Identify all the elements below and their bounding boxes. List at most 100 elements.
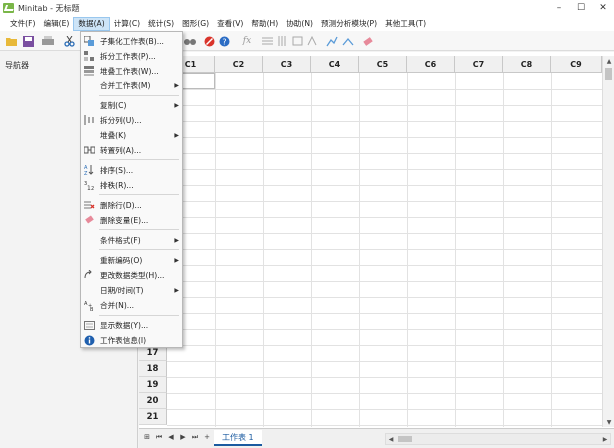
menu-item-worksheet-info[interactable]: 工作表信息(I): [81, 333, 182, 347]
menu-assist[interactable]: 协助(N): [282, 17, 317, 31]
column-header[interactable]: C6: [407, 56, 455, 73]
menu-item-sort[interactable]: AZ 排序(S)...: [81, 163, 182, 177]
menu-item-concatenate[interactable]: A + B 合并(N)...: [81, 298, 182, 312]
eraser-tool-icon[interactable]: [362, 35, 374, 47]
delete-rows-icon: [83, 199, 95, 211]
save-icon[interactable]: [22, 35, 34, 47]
column-header[interactable]: C5: [359, 56, 407, 73]
prev-sheet-icon[interactable]: ◀: [166, 433, 176, 441]
minitab-logo-icon: [3, 3, 14, 13]
menu-item-merge-worksheets[interactable]: 合并工作表(M) ▶: [81, 78, 182, 92]
combine-icon: A + B: [83, 299, 95, 311]
menu-item-display-data[interactable]: 显示数据(Y)...: [81, 318, 182, 332]
column-header[interactable]: C7: [455, 56, 503, 73]
grid-line: [551, 73, 552, 427]
add-sheet-icon[interactable]: +: [202, 433, 212, 441]
column-header[interactable]: C2: [215, 56, 263, 73]
tab-worksheet-1[interactable]: 工作表 1: [214, 430, 262, 446]
grid-line: [167, 393, 602, 394]
define-icon[interactable]: [306, 35, 318, 47]
menu-data[interactable]: 数据(A): [73, 16, 110, 31]
help-icon[interactable]: ?: [218, 35, 230, 47]
vertical-scrollbar[interactable]: ▲ ▼: [602, 56, 614, 427]
menu-item-split-column[interactable]: 拆分列(U)...: [81, 113, 182, 127]
move-cols-icon[interactable]: [291, 35, 303, 47]
column-header[interactable]: C9: [551, 56, 602, 73]
grid-line: [167, 377, 602, 378]
last-sheet-icon[interactable]: ⏭: [190, 433, 200, 442]
menu-item-delete-rows[interactable]: 删除行(D)...: [81, 198, 182, 212]
close-button[interactable]: ✕: [592, 0, 614, 16]
menu-item-delete-variables[interactable]: 删除变量(E)...: [81, 213, 182, 227]
menu-predictive[interactable]: 预测分析模块(P): [317, 17, 381, 31]
scroll-left-icon[interactable]: ◀: [386, 434, 396, 444]
menu-item-rank[interactable]: 312 排秩(R)...: [81, 178, 182, 192]
menu-item-change-data-type[interactable]: 更改数据类型(H)...: [81, 268, 182, 282]
menu-item-copy[interactable]: 复制(C) ▶: [81, 98, 182, 112]
insert-col-icon[interactable]: [276, 35, 288, 47]
menu-item-stack-worksheets[interactable]: 堆叠工作表(W)...: [81, 64, 182, 78]
menu-file[interactable]: 文件(F): [6, 17, 39, 31]
menu-tools[interactable]: 其他工具(T): [381, 17, 430, 31]
menu-graph[interactable]: 图形(G): [178, 17, 213, 31]
worksheet-area: C1 C2 C3 C4 C5 C6 C7 C8 C9 17 18 19 20 2…: [139, 52, 614, 448]
brush-icon[interactable]: [326, 35, 338, 47]
cancel-icon[interactable]: [203, 35, 215, 47]
grid-line: [167, 329, 602, 330]
fx-icon[interactable]: fx: [241, 35, 253, 47]
minimize-button[interactable]: –: [548, 0, 570, 16]
menu-view[interactable]: 查看(V): [213, 17, 247, 31]
menu-stat[interactable]: 统计(S): [144, 17, 178, 31]
menu-item-transpose[interactable]: 转置列(A)...: [81, 143, 182, 157]
menu-item-date-time[interactable]: 日期/时间(T) ▶: [81, 283, 182, 297]
svg-text:Z: Z: [84, 171, 88, 176]
row-header[interactable]: 18: [139, 361, 167, 377]
scroll-up-icon[interactable]: ▲: [603, 56, 614, 66]
data-grid[interactable]: C1 C2 C3 C4 C5 C6 C7 C8 C9 17 18 19 20 2…: [139, 56, 602, 427]
grid-line: [167, 137, 602, 138]
grid-line: [167, 345, 602, 346]
menu-separator: [99, 159, 179, 160]
print-icon[interactable]: [42, 35, 54, 47]
first-sheet-icon[interactable]: ⏮: [154, 433, 164, 442]
menu-separator: [99, 249, 179, 250]
scroll-down-icon[interactable]: ▼: [603, 417, 614, 427]
hscroll-thumb[interactable]: [398, 436, 412, 442]
maximize-button[interactable]: ☐: [570, 0, 592, 16]
menu-edit[interactable]: 编辑(E): [39, 17, 73, 31]
row-header[interactable]: 19: [139, 377, 167, 393]
grid-line: [311, 73, 312, 427]
display-data-icon: [83, 319, 95, 331]
menu-item-conditional-format[interactable]: 条件格式(F) ▶: [81, 233, 182, 247]
column-header[interactable]: C4: [311, 56, 359, 73]
menu-item-recode[interactable]: 重新编码(O) ▶: [81, 253, 182, 267]
column-header[interactable]: C3: [263, 56, 311, 73]
row-header[interactable]: 20: [139, 393, 167, 409]
row-header[interactable]: 21: [139, 409, 167, 425]
sort-icon: AZ: [83, 164, 95, 176]
split-worksheet-icon: [83, 50, 95, 62]
graph-update-icon[interactable]: [342, 35, 354, 47]
grid-line: [167, 361, 602, 362]
menu-help[interactable]: 帮助(H): [247, 17, 282, 31]
insert-row-icon[interactable]: [261, 35, 273, 47]
column-header[interactable]: C8: [503, 56, 551, 73]
binoculars-icon[interactable]: [184, 35, 196, 47]
open-folder-icon[interactable]: [6, 35, 18, 47]
grid-line: [167, 201, 602, 202]
grid-line: [407, 73, 408, 427]
menu-item-stack[interactable]: 堆叠(K) ▶: [81, 128, 182, 142]
split-column-icon: [83, 114, 95, 126]
title-bar: Minitab - 无标题 – ☐ ✕: [0, 0, 614, 16]
menu-item-split-worksheet[interactable]: 拆分工作表(P)...: [81, 49, 182, 63]
horizontal-scrollbar[interactable]: ◀ ▶: [385, 433, 611, 445]
grid-line: [167, 89, 602, 90]
window-title: Minitab - 无标题: [18, 3, 80, 13]
menu-item-subset[interactable]: 子集化工作表(B)...: [81, 34, 182, 48]
cut-icon[interactable]: [63, 35, 75, 47]
sheet-list-icon[interactable]: ⊞: [142, 433, 152, 441]
scroll-right-icon[interactable]: ▶: [600, 434, 610, 444]
next-sheet-icon[interactable]: ▶: [178, 433, 188, 441]
scroll-thumb[interactable]: [605, 68, 612, 80]
menu-calc[interactable]: 计算(C): [110, 17, 144, 31]
